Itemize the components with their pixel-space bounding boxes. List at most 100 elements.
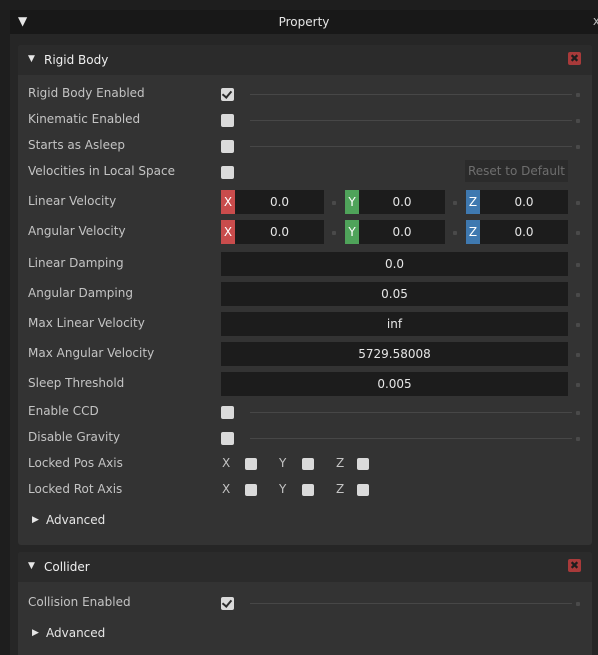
locked-pos-x-checkbox[interactable] xyxy=(245,458,257,470)
reset-dot-icon[interactable] xyxy=(332,201,336,205)
reset-to-default-button[interactable]: Reset to Default xyxy=(465,160,568,182)
divider xyxy=(250,603,572,604)
axis-x-label: X xyxy=(222,482,231,496)
rigid-body-enabled-row: Rigid Body Enabled xyxy=(18,82,592,106)
reset-dot-icon[interactable] xyxy=(576,231,580,235)
linear-velocity-row: Linear Velocity X 0.0 Y 0.0 Z 0.0 xyxy=(18,190,592,214)
angular-velocity-row: Angular Velocity X 0.0 Y 0.0 Z 0.0 xyxy=(18,220,592,244)
reset-dot-icon[interactable] xyxy=(576,263,580,267)
reset-dot-icon[interactable] xyxy=(576,437,580,441)
enable-ccd-label: Enable CCD xyxy=(28,404,99,418)
advanced-label: Advanced xyxy=(46,513,106,527)
rigid-body-enabled-label: Rigid Body Enabled xyxy=(28,86,145,100)
expand-caret-icon[interactable]: ▼ xyxy=(28,561,35,571)
locked-rot-z-checkbox[interactable] xyxy=(357,484,369,496)
angular-velocity-x-field[interactable]: 0.0 xyxy=(235,220,324,244)
sleep-threshold-row: Sleep Threshold 0.005 xyxy=(18,372,592,396)
linear-damping-row: Linear Damping 0.0 xyxy=(18,252,592,276)
expand-caret-icon[interactable]: ▶ xyxy=(32,515,39,525)
expand-caret-icon[interactable]: ▶ xyxy=(32,628,39,638)
reset-dot-icon[interactable] xyxy=(453,201,457,205)
axis-z-label: Z xyxy=(336,456,345,470)
locked-pos-z-checkbox[interactable] xyxy=(357,458,369,470)
reset-dot-icon[interactable] xyxy=(576,145,580,149)
reset-dot-icon[interactable] xyxy=(453,231,457,235)
reset-dot-icon[interactable] xyxy=(576,201,580,205)
reset-dot-icon[interactable] xyxy=(576,93,580,97)
starts-asleep-row: Starts as Asleep xyxy=(18,134,592,158)
collider-header[interactable]: ▼ Collider ✖ xyxy=(18,552,592,582)
reset-dot-icon[interactable] xyxy=(576,383,580,387)
locked-pos-axis-row: Locked Pos Axis X Y Z xyxy=(18,452,592,476)
starts-asleep-checkbox[interactable] xyxy=(221,140,234,153)
divider xyxy=(250,94,572,95)
expand-caret-icon[interactable]: ▼ xyxy=(28,54,35,64)
locked-pos-y-checkbox[interactable] xyxy=(302,458,314,470)
max-linear-velocity-row: Max Linear Velocity inf xyxy=(18,312,592,336)
close-icon[interactable]: x xyxy=(593,14,598,28)
axis-z-label: Z xyxy=(466,220,480,244)
collision-enabled-label: Collision Enabled xyxy=(28,595,131,609)
sleep-threshold-label: Sleep Threshold xyxy=(28,376,125,390)
rigid-body-enabled-checkbox[interactable] xyxy=(221,88,234,101)
axis-x-label: X xyxy=(221,190,235,214)
collider-section: ▼ Collider ✖ Collision Enabled ▶ Advance… xyxy=(18,552,592,655)
kinematic-enabled-label: Kinematic Enabled xyxy=(28,112,141,126)
collider-advanced-toggle[interactable]: ▶ Advanced xyxy=(18,621,592,647)
locked-pos-axis-label: Locked Pos Axis xyxy=(28,456,123,470)
reset-dot-icon[interactable] xyxy=(576,119,580,123)
divider xyxy=(250,146,572,147)
linear-velocity-x-field[interactable]: 0.0 xyxy=(235,190,324,214)
divider xyxy=(250,120,572,121)
disable-gravity-row: Disable Gravity xyxy=(18,426,592,450)
advanced-label: Advanced xyxy=(46,626,106,640)
angular-damping-field[interactable]: 0.05 xyxy=(221,282,568,306)
linear-velocity-y-field[interactable]: 0.0 xyxy=(359,190,445,214)
divider xyxy=(250,438,572,439)
reset-dot-icon[interactable] xyxy=(576,323,580,327)
max-linear-velocity-field[interactable]: inf xyxy=(221,312,568,336)
velocities-local-space-label: Velocities in Local Space xyxy=(28,164,175,178)
angular-damping-label: Angular Damping xyxy=(28,286,133,300)
rigid-body-advanced-toggle[interactable]: ▶ Advanced xyxy=(18,508,592,534)
linear-velocity-z-field[interactable]: 0.0 xyxy=(480,190,568,214)
rigid-body-title: Rigid Body xyxy=(44,53,109,67)
angular-velocity-label: Angular Velocity xyxy=(28,224,126,238)
rigid-body-header[interactable]: ▼ Rigid Body ✖ xyxy=(18,45,592,75)
axis-x-label: X xyxy=(222,456,231,470)
kinematic-enabled-row: Kinematic Enabled xyxy=(18,108,592,132)
velocities-local-space-checkbox[interactable] xyxy=(221,166,234,179)
linear-damping-field[interactable]: 0.0 xyxy=(221,252,568,276)
angular-velocity-y-field[interactable]: 0.0 xyxy=(359,220,445,244)
linear-velocity-label: Linear Velocity xyxy=(28,194,117,208)
reset-dot-icon[interactable] xyxy=(576,602,580,606)
collider-title: Collider xyxy=(44,560,90,574)
rigid-body-section: ▼ Rigid Body ✖ Rigid Body Enabled Kinema… xyxy=(18,45,592,545)
remove-component-icon[interactable]: ✖ xyxy=(568,559,581,572)
locked-rot-axis-label: Locked Rot Axis xyxy=(28,482,123,496)
collision-enabled-checkbox[interactable] xyxy=(221,597,234,610)
angular-damping-row: Angular Damping 0.05 xyxy=(18,282,592,306)
reset-dot-icon[interactable] xyxy=(576,293,580,297)
disable-gravity-label: Disable Gravity xyxy=(28,430,121,444)
axis-y-label: Y xyxy=(279,482,287,496)
axis-y-label: Y xyxy=(345,220,359,244)
sleep-threshold-field[interactable]: 0.005 xyxy=(221,372,568,396)
locked-rot-x-checkbox[interactable] xyxy=(245,484,257,496)
velocities-local-space-row: Velocities in Local Space Reset to Defau… xyxy=(18,160,592,184)
locked-rot-axis-row: Locked Rot Axis X Y Z xyxy=(18,478,592,502)
enable-ccd-checkbox[interactable] xyxy=(221,406,234,419)
kinematic-enabled-checkbox[interactable] xyxy=(221,114,234,127)
linear-damping-label: Linear Damping xyxy=(28,256,124,270)
reset-dot-icon[interactable] xyxy=(576,353,580,357)
starts-asleep-label: Starts as Asleep xyxy=(28,138,125,152)
reset-dot-icon[interactable] xyxy=(576,411,580,415)
remove-component-icon[interactable]: ✖ xyxy=(568,52,581,65)
disable-gravity-checkbox[interactable] xyxy=(221,432,234,445)
axis-y-label: Y xyxy=(279,456,287,470)
locked-rot-y-checkbox[interactable] xyxy=(302,484,314,496)
max-angular-velocity-label: Max Angular Velocity xyxy=(28,346,155,360)
angular-velocity-z-field[interactable]: 0.0 xyxy=(480,220,568,244)
reset-dot-icon[interactable] xyxy=(332,231,336,235)
max-angular-velocity-field[interactable]: 5729.58008 xyxy=(221,342,568,366)
